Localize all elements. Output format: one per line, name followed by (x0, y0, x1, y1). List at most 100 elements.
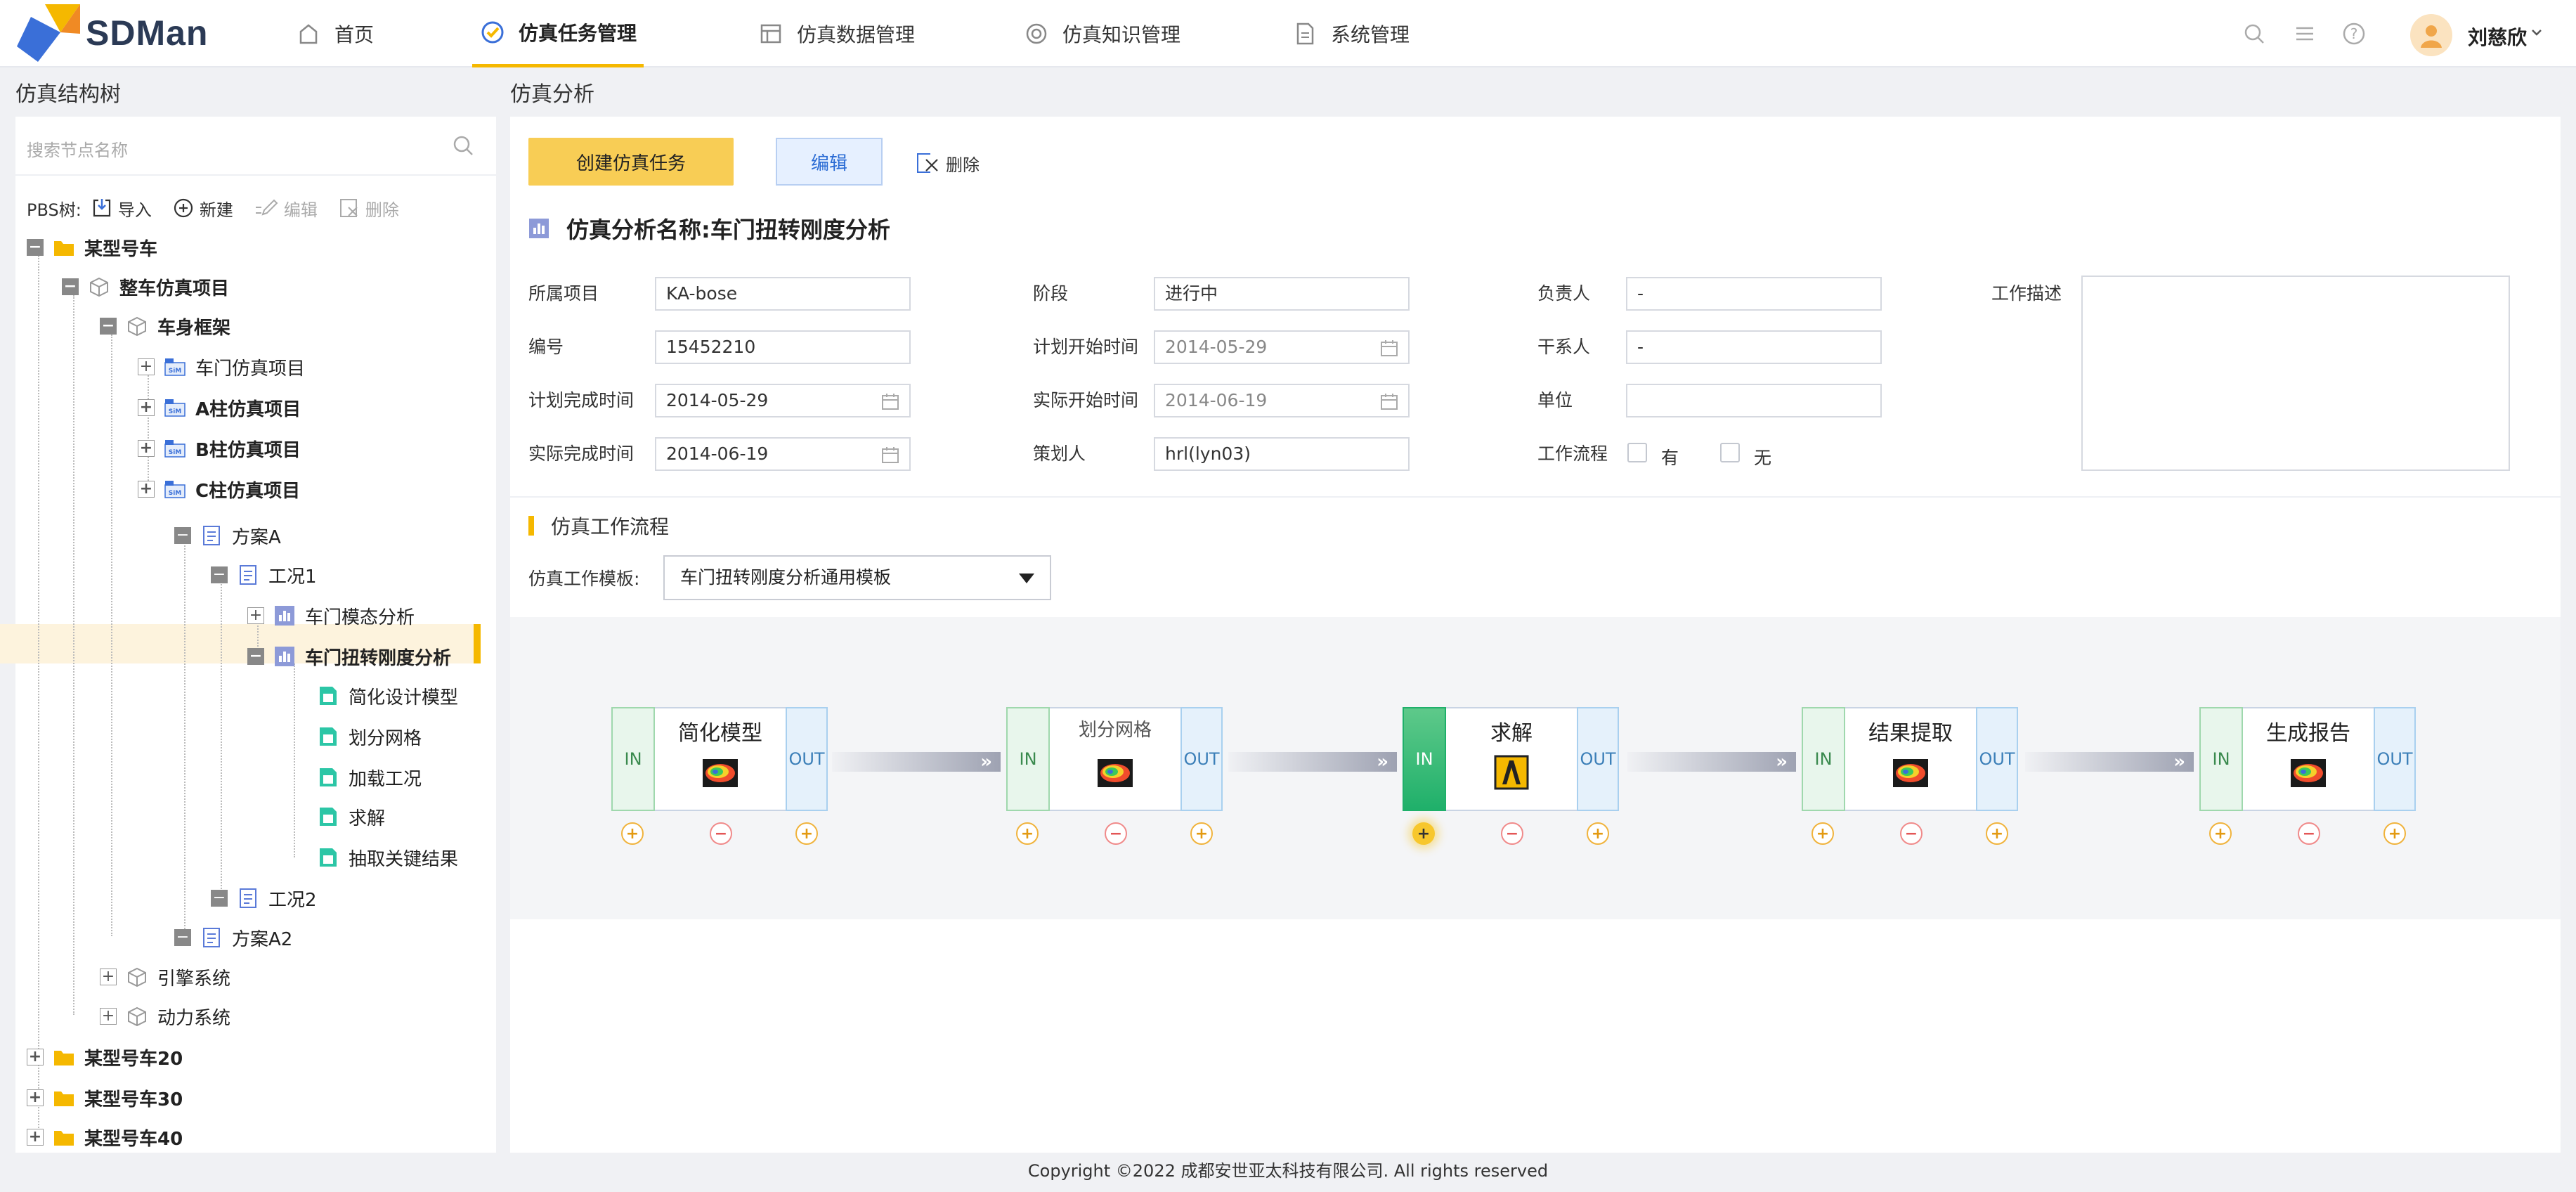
add-input-button[interactable]: + (621, 822, 644, 845)
edit-button[interactable]: 编辑 (254, 196, 318, 221)
nav-system-management[interactable]: 系统管理 (1292, 0, 1410, 67)
expand-icon[interactable]: + (247, 607, 264, 624)
add-input-button[interactable]: + (1811, 822, 1834, 845)
tree-node-task-load-case[interactable]: 加载工况 (318, 762, 422, 793)
unit-field[interactable] (1626, 384, 1882, 417)
workflow-node-simplify-model[interactable]: IN 简化模型 OUT (611, 707, 828, 811)
expand-icon[interactable]: + (138, 440, 155, 457)
add-output-button[interactable]: + (1587, 822, 1609, 845)
node-input-port[interactable]: IN (2199, 707, 2243, 811)
help-icon[interactable]: ? (2341, 21, 2367, 46)
node-output-port[interactable]: OUT (2374, 707, 2416, 811)
workflow-node-extract-results[interactable]: IN 结果提取 OUT (1802, 707, 2018, 811)
delete-button[interactable]: 删除 (339, 196, 399, 221)
tree-node-task-simplify-model[interactable]: 简化设计模型 (318, 680, 458, 711)
remove-node-button[interactable]: − (1501, 822, 1523, 845)
tree-node-vehicle[interactable]: − 某型号车 (27, 232, 157, 263)
tree-node-door-project[interactable]: + SiM 车门仿真项目 (138, 351, 305, 382)
tree-node-power-system[interactable]: + 动力系统 (100, 1001, 230, 1032)
expand-icon[interactable]: + (138, 399, 155, 416)
expand-icon[interactable]: + (138, 481, 155, 498)
tree-node-vehicle-30[interactable]: + 某型号车30 (27, 1082, 183, 1113)
nav-home[interactable]: 首页 (295, 0, 374, 67)
actual-end-date-field[interactable]: 2014-06-19 (655, 437, 911, 471)
expand-icon[interactable]: + (27, 1049, 44, 1065)
tree-node-door-torsion-analysis[interactable]: − 车门扭转刚度分析 (247, 641, 451, 672)
new-button[interactable]: 新建 (173, 196, 233, 221)
calendar-icon[interactable] (881, 446, 899, 464)
node-input-port[interactable]: IN (1802, 707, 1845, 811)
expand-icon[interactable]: + (27, 1129, 44, 1146)
expand-icon[interactable]: + (100, 968, 117, 985)
tree-node-a-pillar-project[interactable]: + SiM A柱仿真项目 (138, 392, 301, 423)
workflow-node-generate-report[interactable]: IN 生成报告 OUT (2199, 707, 2416, 811)
collapse-icon[interactable]: − (211, 890, 228, 907)
plan-end-date-field[interactable]: 2014-05-29 (655, 384, 911, 417)
collapse-icon[interactable]: − (174, 929, 191, 946)
expand-icon[interactable]: + (100, 1008, 117, 1025)
tree-node-task-mesh[interactable]: 划分网格 (318, 721, 422, 752)
create-task-button[interactable]: 创建仿真任务 (528, 138, 734, 186)
tree-node-condition-1[interactable]: − 工况1 (211, 559, 317, 590)
remove-node-button[interactable]: − (710, 822, 732, 845)
expand-icon[interactable]: + (27, 1089, 44, 1106)
nav-knowledge-management[interactable]: 仿真知识管理 (1023, 0, 1180, 67)
dropdown-arrow-icon[interactable] (1019, 574, 1034, 583)
search-icon[interactable] (2242, 21, 2267, 46)
tree-node-c-pillar-project[interactable]: + SiM C柱仿真项目 (138, 474, 300, 505)
nav-data-management[interactable]: 仿真数据管理 (757, 0, 915, 67)
node-input-port[interactable]: IN (611, 707, 655, 811)
node-output-port[interactable]: OUT (786, 707, 828, 811)
search-icon[interactable] (451, 134, 475, 157)
delete-analysis-button[interactable]: 删除 (916, 149, 980, 177)
workflow-yes-checkbox[interactable] (1627, 443, 1647, 462)
add-input-button[interactable]: + (1412, 822, 1435, 845)
collapse-icon[interactable]: − (174, 527, 191, 544)
code-field[interactable]: 15452210 (655, 330, 911, 364)
nav-task-management[interactable]: 仿真任务管理 (472, 0, 644, 67)
node-input-port[interactable]: IN (1006, 707, 1050, 811)
add-output-button[interactable]: + (795, 822, 818, 845)
add-output-button[interactable]: + (1986, 822, 2008, 845)
tree-node-task-solve[interactable]: 求解 (318, 801, 385, 832)
edit-analysis-button[interactable]: 编辑 (776, 138, 883, 186)
tree-node-vehicle-20[interactable]: + 某型号车20 (27, 1042, 183, 1073)
node-body[interactable]: 生成报告 (2243, 707, 2374, 811)
workflow-no-checkbox[interactable] (1720, 443, 1740, 462)
calendar-icon[interactable] (1380, 339, 1398, 357)
description-textarea[interactable] (2081, 276, 2510, 471)
actual-start-date-field[interactable]: 2014-06-19 (1154, 384, 1410, 417)
calendar-icon[interactable] (881, 392, 899, 410)
add-input-button[interactable]: + (2209, 822, 2232, 845)
stage-field[interactable]: 进行中 (1154, 277, 1410, 311)
import-button[interactable]: 导入 (91, 196, 152, 221)
tree-node-body-frame[interactable]: − 车身框架 (100, 311, 230, 342)
chevron-down-icon[interactable] (2530, 25, 2544, 39)
node-output-port[interactable]: OUT (1180, 707, 1223, 811)
node-input-port[interactable]: IN (1403, 707, 1446, 811)
template-select[interactable]: 车门扭转刚度分析通用模板 (663, 555, 1051, 600)
tree-node-scheme-a[interactable]: − 方案A (174, 520, 281, 551)
node-body[interactable]: 求解 (1446, 707, 1577, 811)
avatar[interactable] (2410, 14, 2452, 56)
remove-node-button[interactable]: − (1105, 822, 1127, 845)
tree-node-condition-2[interactable]: − 工况2 (211, 883, 317, 914)
expand-icon[interactable]: + (138, 358, 155, 375)
node-body[interactable]: 结果提取 (1845, 707, 1976, 811)
tree-node-task-extract-results[interactable]: 抽取关键结果 (318, 842, 458, 873)
collapse-icon[interactable]: − (27, 239, 44, 256)
username[interactable]: 刘慈欣 (2468, 22, 2527, 51)
tree-node-scheme-a2[interactable]: − 方案A2 (174, 922, 292, 953)
calendar-icon[interactable] (1380, 392, 1398, 410)
project-field[interactable]: KA-bose (655, 277, 911, 311)
add-output-button[interactable]: + (2383, 822, 2406, 845)
node-body[interactable]: 划分网格 (1050, 707, 1180, 811)
collapse-icon[interactable]: − (211, 566, 228, 583)
menu-icon[interactable] (2292, 21, 2317, 46)
tree-node-engine-system[interactable]: + 引擎系统 (100, 961, 230, 992)
node-output-port[interactable]: OUT (1577, 707, 1619, 811)
owner-field[interactable]: - (1626, 277, 1882, 311)
tree-node-b-pillar-project[interactable]: + SiM B柱仿真项目 (138, 433, 301, 464)
tree-node-vehicle-project[interactable]: − 整车仿真项目 (62, 271, 229, 302)
workflow-node-mesh[interactable]: IN 划分网格 OUT (1006, 707, 1223, 811)
